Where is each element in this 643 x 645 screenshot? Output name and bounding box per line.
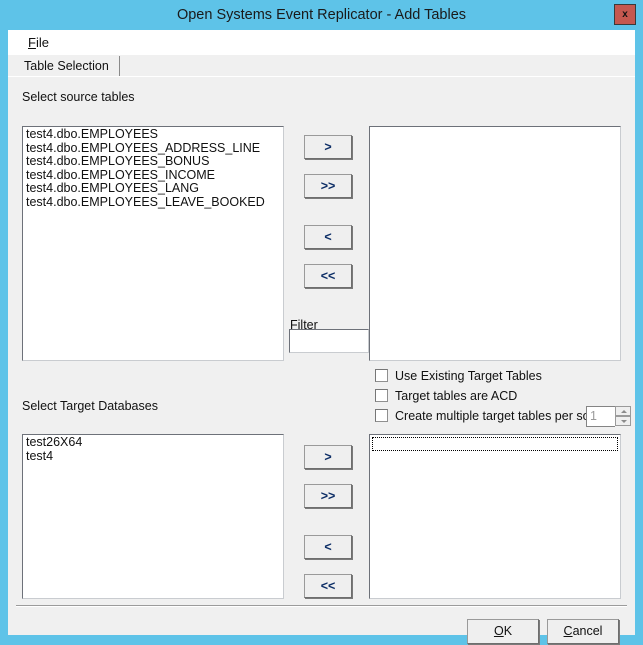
move-all-left-button-bottom[interactable]: << xyxy=(304,574,352,598)
ok-accel: O xyxy=(493,624,504,638)
ok-rest: K xyxy=(503,624,513,638)
list-item[interactable]: test4.dbo.EMPLOYEES xyxy=(25,127,283,142)
checkbox-use-existing-target-tables[interactable]: Use Existing Target Tables xyxy=(375,368,542,384)
checkbox-label: Target tables are ACD xyxy=(395,389,518,403)
move-left-button-top[interactable]: < xyxy=(304,225,352,249)
multiple-tables-spinner[interactable]: 1 xyxy=(586,406,631,427)
checkbox-box[interactable] xyxy=(375,389,388,402)
checkbox-create-multiple-target-tables[interactable]: Create multiple target tables per source xyxy=(375,408,614,424)
cancel-rest: ancel xyxy=(572,624,603,638)
filter-input[interactable] xyxy=(289,329,369,353)
cancel-button[interactable]: Cancel xyxy=(547,619,619,644)
spinner-up-icon[interactable] xyxy=(615,406,631,416)
list-item[interactable]: test4.dbo.EMPLOYEES_INCOME xyxy=(25,168,283,183)
list-item[interactable]: test4.dbo.EMPLOYEES_LEAVE_BOOKED xyxy=(25,195,283,210)
source-tables-label: Select source tables xyxy=(22,90,135,104)
move-all-left-button-top[interactable]: << xyxy=(304,264,352,288)
selected-target-databases-listbox[interactable] xyxy=(369,434,621,599)
checkbox-target-tables-are-acd[interactable]: Target tables are ACD xyxy=(375,388,517,404)
list-item[interactable]: test4.dbo.EMPLOYEES_ADDRESS_LINE xyxy=(25,141,283,156)
checkbox-box[interactable] xyxy=(375,409,388,422)
move-all-right-button-bottom[interactable]: >> xyxy=(304,484,352,508)
focus-indicator xyxy=(372,437,618,451)
list-item[interactable]: test4 xyxy=(25,449,283,464)
close-icon[interactable]: x xyxy=(614,4,636,25)
title-bar: Open Systems Event Replicator - Add Tabl… xyxy=(0,0,643,30)
menu-item-file[interactable]: File xyxy=(24,34,53,51)
cancel-accel: C xyxy=(563,624,573,638)
move-left-button-bottom[interactable]: < xyxy=(304,535,352,559)
list-item[interactable]: test4.dbo.EMPLOYEES_LANG xyxy=(25,182,283,196)
caret-down-icon xyxy=(621,420,627,423)
multiple-tables-value[interactable]: 1 xyxy=(586,406,615,427)
move-right-button-top[interactable]: > xyxy=(304,135,352,159)
menu-file-rest: ile xyxy=(35,35,49,50)
ok-button[interactable]: OK xyxy=(467,619,539,644)
spinner-buttons[interactable] xyxy=(615,406,631,427)
menu-file-accel: F xyxy=(28,35,36,50)
tab-strip: Table Selection xyxy=(8,55,635,77)
client-area: File Table Selection Select source table… xyxy=(8,30,635,644)
caret-up-icon xyxy=(621,410,627,413)
source-tables-listbox[interactable]: test4.dbo.EMPLOYEES test4.dbo.EMPLOYEES_… xyxy=(22,126,284,361)
application-window: Open Systems Event Replicator - Add Tabl… xyxy=(0,0,643,645)
tab-table-selection[interactable]: Table Selection xyxy=(16,56,120,77)
window-title: Open Systems Event Replicator - Add Tabl… xyxy=(176,7,467,23)
move-all-right-button-top[interactable]: >> xyxy=(304,174,352,198)
checkbox-label: Create multiple target tables per source xyxy=(395,409,614,423)
checkbox-box[interactable] xyxy=(375,369,388,382)
footer-divider xyxy=(16,605,627,607)
list-item[interactable]: test4.dbo.EMPLOYEES_BONUS xyxy=(25,155,283,169)
list-item[interactable]: test26X64 xyxy=(25,435,283,450)
selected-source-tables-listbox[interactable] xyxy=(369,126,621,361)
target-databases-listbox[interactable]: test26X64 test4 xyxy=(22,434,284,599)
move-right-button-bottom[interactable]: > xyxy=(304,445,352,469)
checkbox-label: Use Existing Target Tables xyxy=(395,369,542,383)
menu-bar: File xyxy=(8,30,635,55)
target-databases-label: Select Target Databases xyxy=(22,399,158,413)
spinner-down-icon[interactable] xyxy=(615,416,631,426)
content-panel: Select source tables test4.dbo.EMPLOYEES… xyxy=(8,76,635,644)
